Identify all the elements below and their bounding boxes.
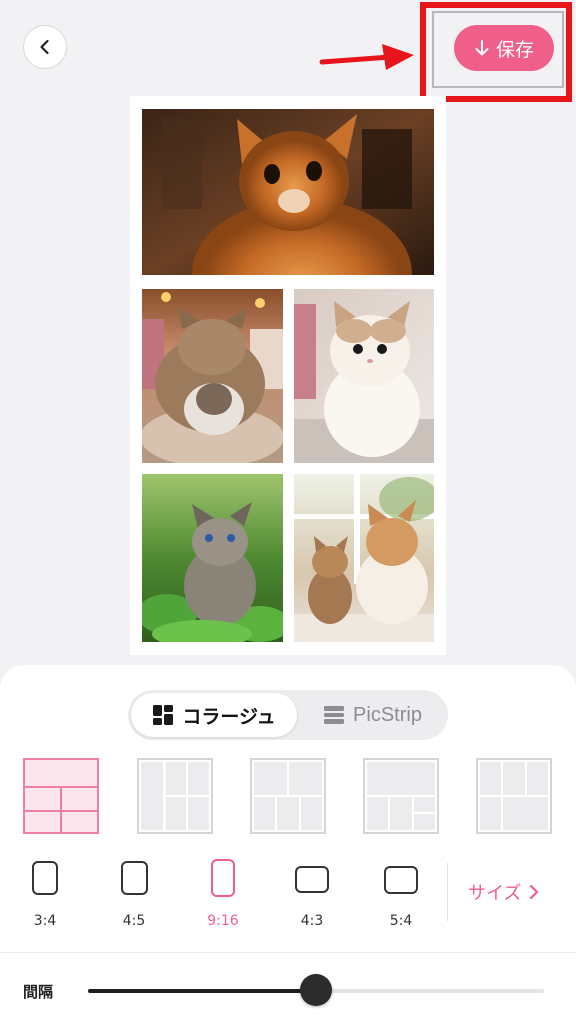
layout-option-2[interactable] (137, 758, 213, 834)
chevron-right-icon (530, 884, 539, 900)
save-button[interactable]: 保存 (454, 25, 554, 71)
collage-photo-fluffy-kitten[interactable] (294, 289, 434, 463)
size-label: サイズ (468, 883, 522, 904)
top-bar: 保存 (0, 0, 576, 102)
collage-photo-tabby-in-plants[interactable] (142, 474, 283, 642)
chevron-left-icon (40, 39, 49, 55)
spacing-slider[interactable] (88, 974, 544, 1006)
ratio-3-4[interactable]: 3:4 (15, 861, 75, 931)
layout-option-5[interactable] (476, 758, 552, 834)
collage-photo-two-cats-window[interactable] (294, 474, 434, 642)
spacing-slider-thumb[interactable] (300, 974, 332, 1006)
ratio-5-4-label: 5:4 (389, 913, 413, 929)
ratio-5-4[interactable]: 5:4 (371, 861, 431, 931)
collage-canvas (130, 96, 446, 655)
ratio-3-4-icon (32, 861, 58, 895)
back-button[interactable] (23, 25, 67, 69)
mode-segmented-control: コラージュ PicStrip (128, 690, 448, 740)
ratio-4-5-label: 4:5 (122, 913, 146, 929)
arrow-down-icon (475, 40, 489, 56)
ratio-divider (447, 863, 448, 921)
panel-divider (0, 952, 576, 953)
ratio-3-4-label: 3:4 (33, 913, 57, 929)
size-button[interactable]: サイズ (468, 879, 539, 905)
tab-collage-label: コラージュ (182, 705, 276, 728)
layout-option-3[interactable] (250, 758, 326, 834)
layout-option-4[interactable] (363, 758, 439, 834)
ratio-5-4-icon (384, 866, 418, 894)
ratio-4-3[interactable]: 4:3 (282, 861, 342, 931)
collage-photo-mother-and-kitten[interactable] (142, 289, 283, 463)
tab-collage[interactable]: コラージュ (131, 693, 297, 737)
layout-option-1[interactable] (23, 758, 99, 834)
tab-picstrip[interactable]: PicStrip (300, 693, 445, 737)
spacing-slider-fill (88, 989, 316, 993)
editor-panel: コラージュ PicStrip 3:4 4:5 9:16 4:3 5:4 サイズ … (0, 665, 576, 1024)
grid-layout-icon (153, 705, 174, 725)
ratio-4-3-icon (295, 866, 329, 893)
collage-photo-orange-kitten[interactable] (142, 109, 434, 275)
ratio-4-5[interactable]: 4:5 (104, 861, 164, 931)
ratio-4-3-label: 4:3 (300, 913, 324, 929)
spacing-label: 間隔 (23, 983, 54, 1001)
strip-layout-icon (324, 706, 345, 724)
ratio-9-16-icon (211, 859, 235, 897)
ratio-4-5-icon (120, 861, 148, 895)
ratio-9-16-label: 9:16 (207, 913, 239, 929)
annotation-arrow (319, 44, 414, 70)
tab-picstrip-label: PicStrip (353, 703, 422, 726)
ratio-9-16[interactable]: 9:16 (193, 859, 253, 931)
save-label: 保存 (495, 38, 534, 61)
